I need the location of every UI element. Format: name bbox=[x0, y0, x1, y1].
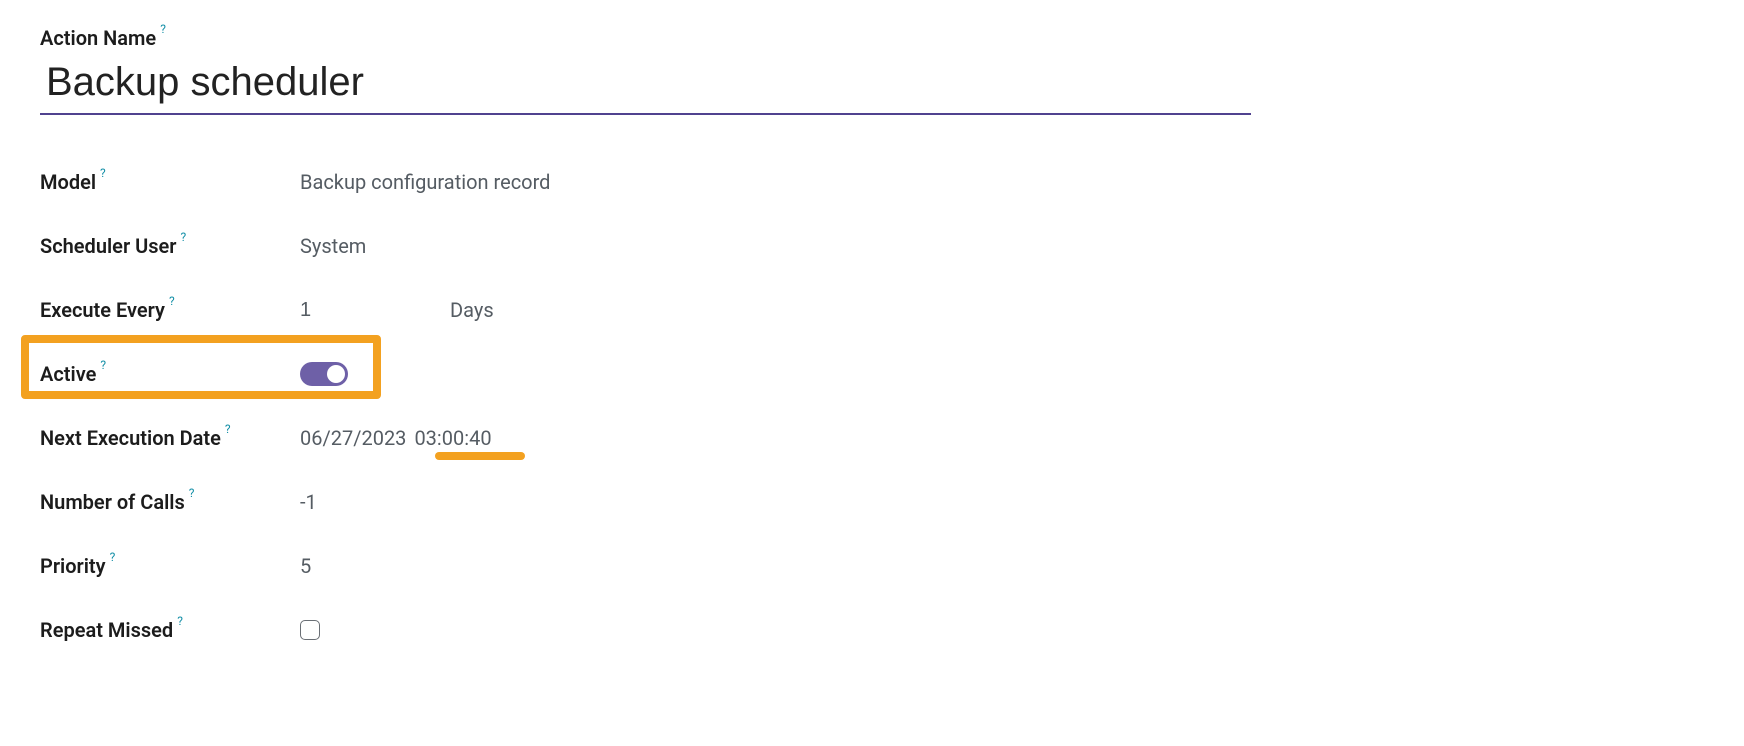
model-row: Model ? Backup configuration record bbox=[40, 157, 1704, 207]
help-icon[interactable]: ? bbox=[177, 614, 183, 628]
active-label: Active bbox=[40, 362, 96, 386]
help-icon[interactable]: ? bbox=[100, 166, 106, 180]
help-icon[interactable]: ? bbox=[189, 486, 195, 500]
scheduler-user-value[interactable]: System bbox=[300, 234, 366, 258]
scheduler-user-label: Scheduler User bbox=[40, 234, 176, 258]
help-icon[interactable]: ? bbox=[100, 358, 106, 372]
priority-value[interactable]: 5 bbox=[300, 554, 311, 578]
help-icon[interactable]: ? bbox=[180, 230, 186, 244]
number-of-calls-value[interactable]: -1 bbox=[300, 490, 317, 514]
help-icon[interactable]: ? bbox=[160, 22, 166, 36]
execute-every-unit[interactable]: Days bbox=[450, 298, 494, 322]
action-name-input[interactable] bbox=[40, 54, 1251, 115]
model-value[interactable]: Backup configuration record bbox=[300, 170, 550, 194]
number-of-calls-label: Number of Calls bbox=[40, 490, 185, 514]
repeat-missed-row: Repeat Missed ? bbox=[40, 605, 1704, 655]
toggle-knob bbox=[327, 365, 345, 383]
priority-row: Priority ? 5 bbox=[40, 541, 1704, 591]
active-toggle[interactable] bbox=[300, 362, 348, 386]
repeat-missed-checkbox[interactable] bbox=[300, 620, 320, 640]
number-of-calls-row: Number of Calls ? -1 bbox=[40, 477, 1704, 527]
next-execution-row: Next Execution Date ? 06/27/2023 03:00:4… bbox=[40, 413, 1704, 463]
help-icon[interactable]: ? bbox=[169, 294, 175, 308]
next-execution-date[interactable]: 06/27/2023 bbox=[300, 426, 406, 450]
execute-every-row: Execute Every ? Days bbox=[40, 285, 1704, 335]
scheduler-user-row: Scheduler User ? System bbox=[40, 221, 1704, 271]
repeat-missed-label: Repeat Missed bbox=[40, 618, 173, 642]
help-icon[interactable]: ? bbox=[110, 550, 116, 564]
priority-label: Priority bbox=[40, 554, 106, 578]
next-execution-label: Next Execution Date bbox=[40, 426, 221, 450]
help-icon[interactable]: ? bbox=[225, 422, 231, 436]
execute-every-value[interactable] bbox=[300, 299, 330, 322]
execute-every-label: Execute Every bbox=[40, 298, 165, 322]
active-row: Active ? bbox=[40, 349, 1704, 399]
action-name-label: Action Name bbox=[40, 26, 156, 50]
next-execution-time[interactable]: 03:00:40 bbox=[414, 426, 491, 450]
model-label: Model bbox=[40, 170, 96, 194]
